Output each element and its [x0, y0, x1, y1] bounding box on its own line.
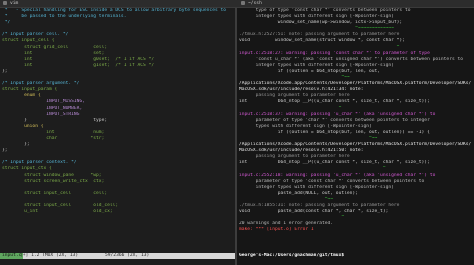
code-line: u_int old_cx;: [2, 209, 113, 215]
tab-ssh-label: ~/ssh: [248, 1, 262, 6]
shell-prompt-row[interactable]: George's-Mac:/Users/gnachman/git/tmux$: [237, 253, 474, 265]
editor-text: * - Special handling for ESC inside a DC…: [0, 8, 235, 215]
tab-ssh[interactable]: ~/ssh: [238, 0, 474, 7]
output-line: 'const u_char *' (aka 'const unsigned ch…: [239, 56, 464, 62]
vim-command-line[interactable]: [0, 259, 235, 265]
vim-editor-pane[interactable]: * - Special handling for ESC inside a DC…: [0, 8, 235, 253]
terminal-icon: [3, 0, 7, 5]
tab-vim-label: vim: [10, 1, 19, 6]
tab-vim[interactable]: vim: [0, 0, 236, 7]
terminal-icon: [241, 0, 245, 5]
terminal-output-pane[interactable]: type of type 'const char *' converts bet…: [237, 8, 474, 253]
shell-prompt[interactable]: George's-Mac:/Users/gnachman/git/tmux$: [237, 253, 474, 259]
tab-bar: vim ~/ssh: [0, 0, 474, 8]
terminal-text: type of type 'const char *' converts bet…: [237, 8, 474, 233]
output-line: make: *** [input.o] Error 1: [239, 227, 314, 233]
